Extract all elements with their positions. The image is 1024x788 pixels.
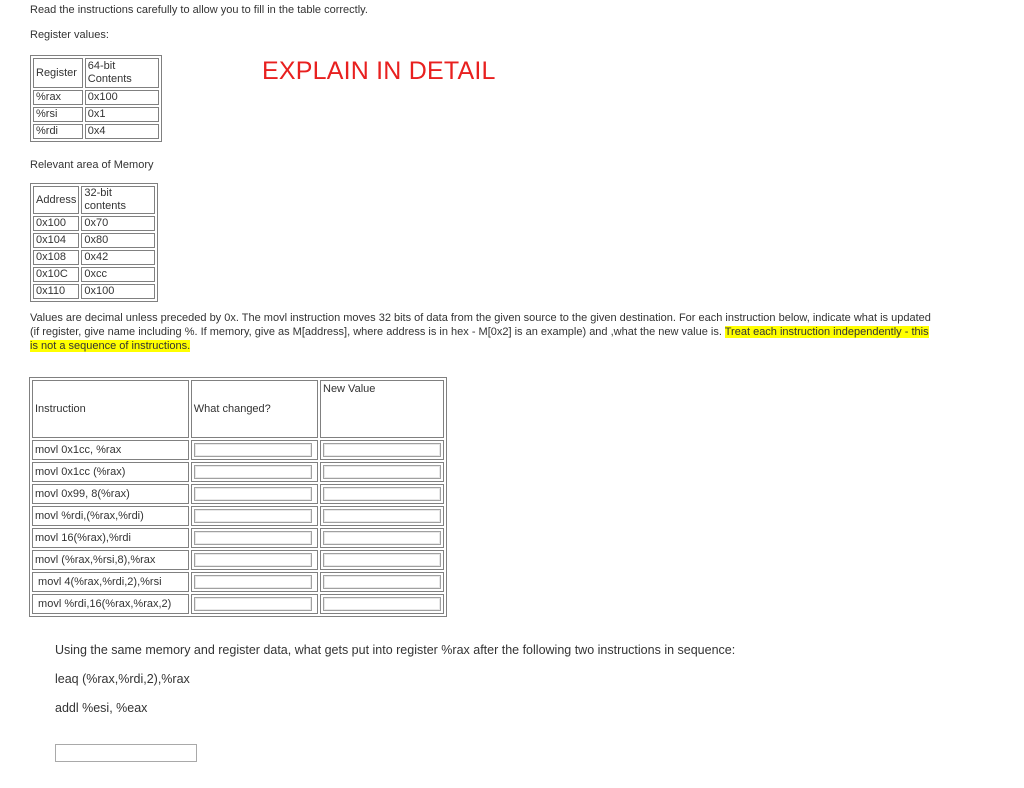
memory-row: 0x104 0x80 — [33, 233, 155, 248]
memory-contents: 0x42 — [81, 250, 155, 265]
answer-header-new-value: New Value — [320, 380, 444, 438]
explain-note: EXPLAIN IN DETAIL — [262, 57, 496, 85]
register-name: %rax — [33, 90, 83, 105]
register-header-contents: 64-bit Contents — [84, 58, 159, 88]
register-row: %rdi 0x4 — [33, 124, 159, 139]
memory-address: 0x104 — [33, 233, 80, 248]
register-name: %rdi — [33, 124, 83, 139]
memory-contents: 0x100 — [81, 284, 155, 299]
instruction-cell: movl %rdi,(%rax,%rdi) — [32, 506, 189, 526]
register-section-title: Register values: — [30, 29, 109, 41]
memory-address: 0x108 — [33, 250, 80, 265]
what-changed-input[interactable] — [193, 509, 312, 523]
table-row: movl 0x1cc, %rax — [32, 440, 444, 460]
new-value-input[interactable] — [323, 443, 441, 457]
new-value-input[interactable] — [323, 487, 441, 501]
what-changed-input[interactable] — [193, 575, 312, 589]
what-changed-input[interactable] — [193, 443, 312, 457]
intro-text: Read the instructions carefully to allow… — [30, 4, 368, 16]
register-value: 0x1 — [84, 107, 159, 122]
register-value: 0x100 — [84, 90, 159, 105]
what-changed-input[interactable] — [193, 531, 312, 545]
instruction-cell: movl 16(%rax),%rdi — [32, 528, 189, 548]
memory-header-address: Address — [33, 186, 80, 214]
highlighted-note: Treat each instruction independently - t… — [724, 326, 929, 338]
table-row: movl %rdi,(%rax,%rdi) — [32, 506, 444, 526]
table-row: movl 16(%rax),%rdi — [32, 528, 444, 548]
what-changed-input[interactable] — [193, 487, 312, 501]
register-table: Register 64-bit Contents %rax 0x100 %rsi… — [30, 55, 162, 142]
what-changed-input[interactable] — [193, 597, 312, 611]
new-value-input[interactable] — [323, 465, 441, 479]
instructions-line-2: (if register, give name including %. If … — [30, 326, 725, 338]
instruction-cell: movl 4(%rax,%rdi,2),%rsi — [32, 572, 189, 592]
what-changed-input[interactable] — [193, 465, 312, 479]
register-row: %rax 0x100 — [33, 90, 159, 105]
new-value-input[interactable] — [323, 531, 441, 545]
memory-row: 0x100 0x70 — [33, 216, 155, 231]
memory-contents: 0x80 — [81, 233, 155, 248]
answer-header-what-changed: What changed? — [190, 380, 318, 438]
instruction-cell: movl (%rax,%rsi,8),%rax — [32, 550, 189, 570]
table-row: movl 0x1cc (%rax) — [32, 462, 444, 482]
memory-row: 0x110 0x100 — [33, 284, 155, 299]
new-value-input[interactable] — [323, 509, 441, 523]
instruction-cell: movl %rdi,16(%rax,%rax,2) — [32, 594, 189, 614]
new-value-input[interactable] — [323, 597, 441, 611]
instructions-line-1: Values are decimal unless preceded by 0x… — [30, 312, 931, 324]
what-changed-input[interactable] — [193, 553, 312, 567]
memory-row: 0x108 0x42 — [33, 250, 155, 265]
answer-header-instruction: Instruction — [32, 380, 189, 438]
new-value-input[interactable] — [323, 553, 441, 567]
memory-address: 0x10C — [33, 267, 80, 282]
memory-header-contents: 32-bit contents — [81, 186, 155, 214]
memory-address: 0x110 — [33, 284, 80, 299]
table-row: movl (%rax,%rsi,8),%rax — [32, 550, 444, 570]
table-row: movl 4(%rax,%rdi,2),%rsi — [32, 572, 444, 592]
memory-section-title: Relevant area of Memory — [30, 159, 154, 171]
register-value: 0x4 — [84, 124, 159, 139]
register-header-register: Register — [33, 58, 83, 88]
table-row: movl %rdi,16(%rax,%rax,2) — [32, 594, 444, 614]
sequence-instruction-1: leaq (%rax,%rdi,2),%rax — [55, 672, 190, 686]
rax-answer-input[interactable] — [55, 744, 197, 762]
sequence-instruction-2: addl %esi, %eax — [55, 701, 148, 715]
table-row: movl 0x99, 8(%rax) — [32, 484, 444, 504]
highlighted-note-continued: is not a sequence of instructions. — [30, 340, 191, 352]
memory-row: 0x10C 0xcc — [33, 267, 155, 282]
memory-table: Address 32-bit contents 0x100 0x70 0x104… — [30, 183, 158, 302]
instruction-cell: movl 0x1cc (%rax) — [32, 462, 189, 482]
register-row: %rsi 0x1 — [33, 107, 159, 122]
sequence-question: Using the same memory and register data,… — [55, 643, 736, 657]
memory-contents: 0xcc — [81, 267, 155, 282]
instructions-paragraph: Values are decimal unless preceded by 0x… — [30, 311, 990, 353]
answer-table: Instruction What changed? New Value movl… — [29, 377, 447, 617]
instruction-cell: movl 0x99, 8(%rax) — [32, 484, 189, 504]
register-name: %rsi — [33, 107, 83, 122]
memory-address: 0x100 — [33, 216, 80, 231]
instruction-cell: movl 0x1cc, %rax — [32, 440, 189, 460]
new-value-input[interactable] — [323, 575, 441, 589]
memory-contents: 0x70 — [81, 216, 155, 231]
